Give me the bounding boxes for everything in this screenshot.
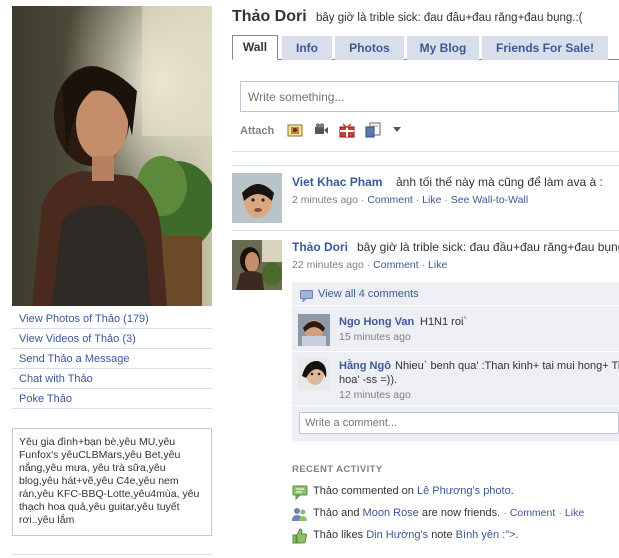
- photo-icon[interactable]: [287, 122, 303, 138]
- comment-bubble-icon: [300, 290, 313, 305]
- profile-status: bây giờ là trible sick: đau đầu+đau răng…: [316, 12, 583, 24]
- story-time: 2 minutes ago: [292, 194, 358, 206]
- video-icon[interactable]: [313, 122, 329, 138]
- note-icon[interactable]: [365, 122, 381, 138]
- wall-to-wall-link[interactable]: See Wall-to-Wall: [451, 194, 528, 206]
- activity-link[interactable]: Din Hường's: [366, 529, 428, 541]
- profile-name: Thảo Dori: [232, 8, 307, 25]
- poke-link[interactable]: Poke Thảo: [12, 389, 212, 409]
- activity-item: Thảo commented on Lê Phương's photo.: [313, 485, 514, 497]
- activity-link[interactable]: Bình yên :">: [456, 529, 516, 541]
- divider: [232, 151, 619, 152]
- story-author[interactable]: Thảo Dori: [292, 240, 348, 254]
- comment-icon: [292, 484, 308, 501]
- attach-label: Attach: [240, 125, 275, 137]
- dropdown-arrow-icon[interactable]: [392, 125, 408, 141]
- gift-icon[interactable]: [339, 122, 355, 138]
- comment-author[interactable]: Ngo Hong Van: [339, 316, 414, 328]
- tab-wall[interactable]: Wall: [232, 35, 278, 60]
- tab-my-blog[interactable]: My Blog: [407, 36, 479, 60]
- view-all-comments-link[interactable]: View all 4 comments: [318, 288, 419, 300]
- divider: [12, 554, 212, 555]
- story-meta: 22 minutes ago · Comment · Like: [292, 259, 448, 271]
- friends-icon: [292, 506, 308, 522]
- comment-link[interactable]: Comment: [373, 259, 419, 271]
- comment-input[interactable]: [299, 412, 619, 434]
- chat-link[interactable]: Chat with Thảo: [12, 369, 212, 389]
- profile-photo[interactable]: [12, 6, 212, 306]
- avatar[interactable]: [298, 358, 330, 390]
- like-link[interactable]: Like: [428, 259, 447, 271]
- tab-friends-for-sale[interactable]: Friends For Sale!: [482, 36, 608, 60]
- comment-time: 12 minutes ago: [339, 389, 411, 401]
- comment-link[interactable]: Comment: [367, 194, 413, 206]
- activity-link[interactable]: photo: [483, 485, 511, 497]
- profile-tabs: Wall Info Photos My Blog Friends For Sal…: [232, 34, 619, 60]
- send-message-link[interactable]: Send Thảo a Message: [12, 349, 212, 369]
- avatar[interactable]: [232, 173, 282, 223]
- view-videos-link[interactable]: View Videos of Thảo (3): [12, 329, 212, 349]
- comment-text: Nhieu` benh qua' :Than kinh+ tai mui hon…: [395, 360, 619, 372]
- divider: [292, 405, 619, 406]
- avatar[interactable]: [298, 314, 330, 346]
- comment-link[interactable]: Comment: [510, 507, 556, 519]
- avatar[interactable]: [232, 240, 282, 290]
- story-time: 22 minutes ago: [292, 259, 364, 271]
- wall-post-input[interactable]: [240, 81, 619, 112]
- story-text: bây giờ là trible sick: đau đầu+đau răng…: [357, 240, 619, 254]
- activity-link[interactable]: Moon Rose: [363, 507, 419, 519]
- bio-text: Yêu gia đình+bạn bè,yêu MU,yêu Funfox's …: [19, 436, 200, 526]
- activity-item: Thảo likes Din Hường's note Bình yên :">…: [313, 529, 519, 541]
- divider: [292, 305, 619, 306]
- like-link[interactable]: Like: [565, 507, 584, 519]
- bio-box: Yêu gia đình+bạn bè,yêu MU,yêu Funfox's …: [12, 428, 212, 536]
- like-icon: [292, 528, 308, 544]
- divider: [232, 165, 619, 166]
- like-link[interactable]: Like: [422, 194, 441, 206]
- recent-activity-title: RECENT ACTIVITY: [292, 464, 383, 475]
- divider: [292, 351, 619, 352]
- story-text: ảnh tối thế này mà cũng để làm ava à :: [396, 175, 603, 189]
- comment-time: 15 minutes ago: [339, 331, 411, 343]
- comment-text: H1N1 roi`: [420, 316, 468, 328]
- tab-info[interactable]: Info: [282, 36, 332, 60]
- view-photos-link[interactable]: View Photos of Thảo (179): [12, 309, 212, 329]
- comment-text-continued: hoa' -ss =)).: [339, 374, 398, 386]
- divider: [232, 230, 619, 231]
- activity-link[interactable]: Lê Phương's: [417, 485, 480, 497]
- profile-actions: View Photos of Thảo (179) View Videos of…: [12, 309, 212, 409]
- story-meta: 2 minutes ago · Comment · Like · See Wal…: [292, 194, 529, 206]
- activity-item: Thảo and Moon Rose are now friends. · Co…: [313, 507, 585, 519]
- comment-author[interactable]: Hằng Ngô: [339, 360, 391, 372]
- story-author[interactable]: Viet Khac Pham: [292, 175, 382, 189]
- tab-photos[interactable]: Photos: [335, 36, 404, 60]
